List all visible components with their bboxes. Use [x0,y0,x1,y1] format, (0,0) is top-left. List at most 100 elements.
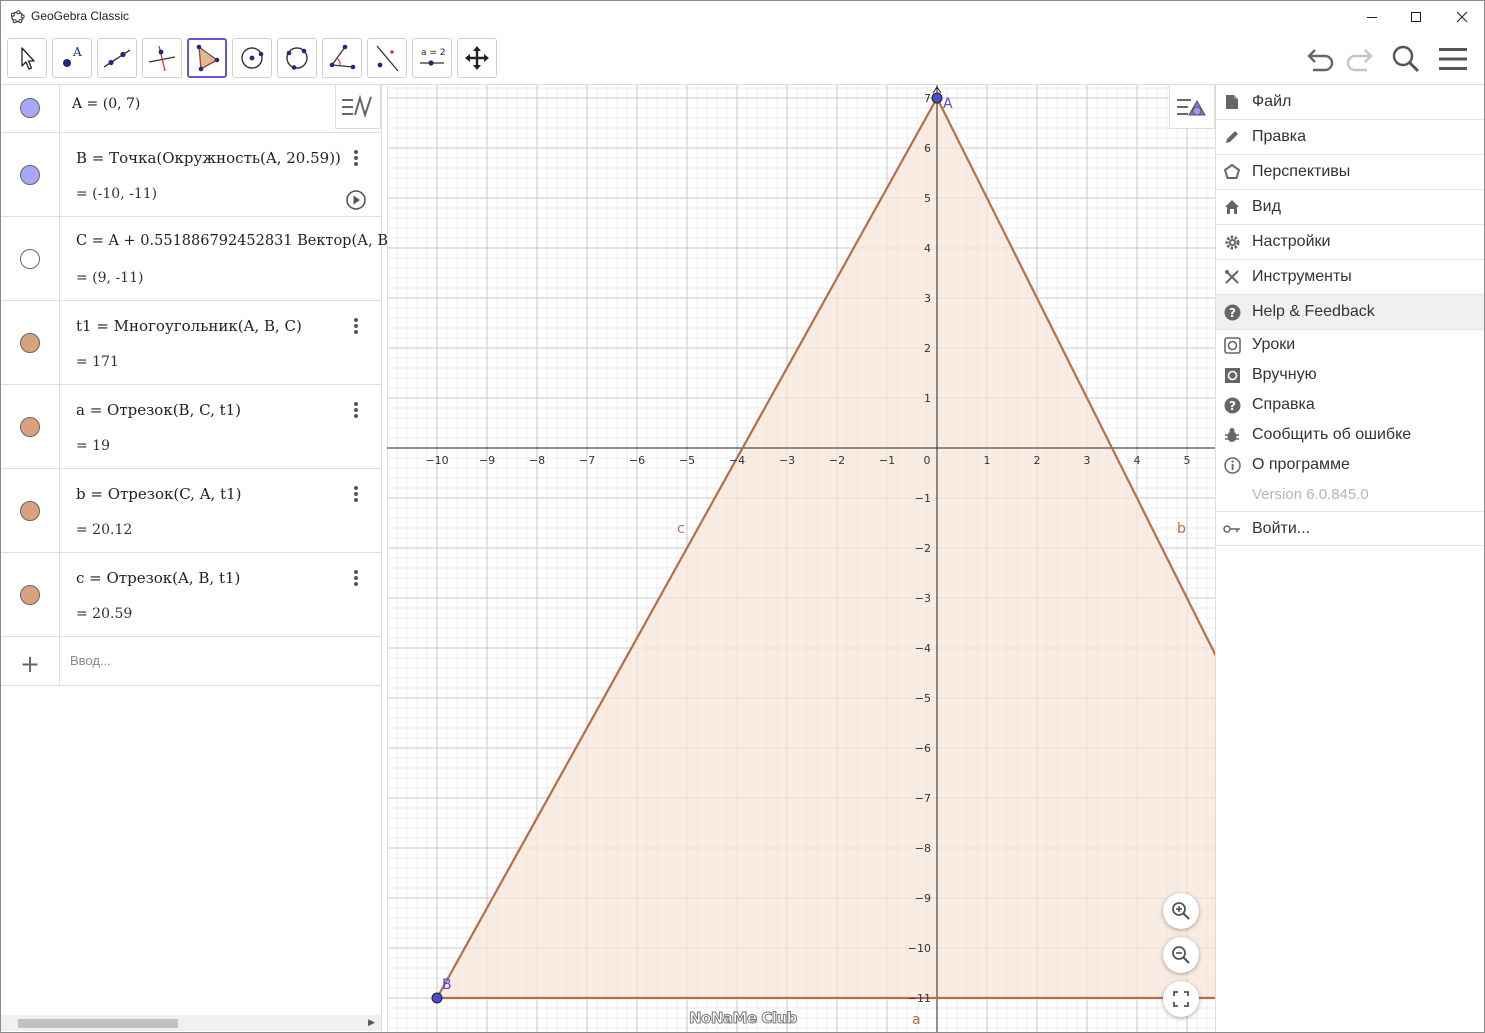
algebra-input-field[interactable]: Ввод... [70,653,111,668]
maximize-button[interactable] [1393,1,1439,33]
visibility-toggle[interactable] [1,469,60,552]
segment-label-c: c [677,521,685,537]
y-tick-label: 7 [924,92,931,105]
perpendicular-line-icon [148,45,176,72]
main-menu-button[interactable] [1436,42,1470,76]
graphics-style-bar-button[interactable] [1169,85,1215,129]
zoom-in-button[interactable] [1163,893,1199,929]
algebra-definition[interactable]: b = Отрезок(C, A, t1) [76,485,242,503]
visibility-toggle[interactable] [1,217,60,300]
undo-button[interactable] [1304,42,1338,76]
play-animation-icon[interactable] [345,189,367,211]
svg-text:A: A [72,45,82,59]
geogebra-logo-icon [10,10,25,24]
y-tick-label: −1 [915,492,931,505]
menu-item-view[interactable]: Вид [1216,190,1484,225]
info-icon [1223,456,1241,474]
more-options-icon[interactable] [349,568,363,588]
visibility-toggle[interactable] [1,85,60,132]
zoom-out-button[interactable] [1163,937,1199,973]
x-tick-label: −6 [629,454,645,467]
y-tick-label: 3 [924,292,931,305]
algebra-row-A[interactable]: A = (0, 7) [1,85,381,133]
more-options-icon[interactable] [349,484,363,504]
angle-tool-button[interactable] [322,38,362,78]
search-button[interactable] [1389,42,1423,76]
algebra-definition[interactable]: a = Отрезок(B, C, t1) [76,401,241,419]
menu-item-sign-in[interactable]: Войти... [1216,511,1484,546]
segment-label-b: b [1177,521,1186,537]
submenu-item-help[interactable]: ? Справка [1216,390,1484,420]
menu-item-help-feedback[interactable]: ? Help & Feedback [1216,295,1484,330]
algebra-definition[interactable]: C = A + 0.551886792452831 Вектор(А, B [76,233,388,249]
line-tool-button[interactable] [97,38,137,78]
visibility-dot[interactable] [20,501,40,521]
coordinate-plane[interactable]: −10 −9 −8 −7 −6 −5 −4 −3 −2 −1 0 1 2 3 4 57654321−1−2−3… [387,85,1215,1032]
submenu-item-label: Сообщить об ошибке [1252,426,1412,443]
algebra-definition[interactable]: t1 = Многоугольник(A, B, C) [76,317,302,335]
menu-item-tools[interactable]: Инструменты [1216,260,1484,295]
polygon-tool-button[interactable] [187,38,227,78]
submenu-item-report-bug[interactable]: Сообщить об ошибке [1216,420,1484,450]
algebra-row-t1[interactable]: t1 = Многоугольник(A, B, C) = 171 [1,301,381,385]
algebra-definition[interactable]: A = (0, 7) [72,96,140,112]
algebra-style-bar-button[interactable] [335,85,381,129]
menu-item-settings[interactable]: Настройки [1216,225,1484,260]
move-tool-button[interactable] [7,38,47,78]
menu-item-file[interactable]: Файл [1216,85,1484,120]
algebra-row-B[interactable]: B = Точка(Окружность(A, 20.59)) = (-10, … [1,133,381,217]
fullscreen-button[interactable] [1163,981,1199,1017]
submenu-item-tutorials[interactable]: Уроки [1216,330,1484,360]
minimize-button[interactable] [1349,1,1395,33]
algebra-value: = (9, -11) [76,270,144,286]
menu-item-perspectives[interactable]: Перспективы [1216,155,1484,190]
close-button[interactable] [1439,1,1484,33]
input-marker: + [1,637,60,685]
reflect-tool-button[interactable] [367,38,407,78]
visibility-dot[interactable] [20,585,40,605]
visibility-dot[interactable] [20,165,40,185]
algebra-input-row[interactable]: + Ввод... [1,637,381,686]
perpendicular-tool-button[interactable] [142,38,182,78]
more-options-icon[interactable] [349,148,363,168]
circle-tool-button[interactable] [232,38,272,78]
visibility-toggle[interactable] [1,301,60,384]
x-tick-label: 5 [1184,454,1191,467]
help-icon: ? [1223,303,1241,321]
scroll-right-arrow-icon[interactable]: ▶ [368,1018,375,1028]
algebra-definition[interactable]: B = Точка(Окружность(A, 20.59)) [76,149,341,167]
x-tick-label: −7 [579,454,595,467]
more-options-icon[interactable] [349,316,363,336]
graphics-view[interactable]: −10 −9 −8 −7 −6 −5 −4 −3 −2 −1 0 1 2 3 4 5 7 6 5 4 3 2 1 −1 −2 −3… [387,85,1215,1032]
redo-button[interactable] [1342,42,1376,76]
x-tick-label: −2 [829,454,845,467]
menu-item-label: Правка [1252,128,1307,145]
visibility-dot[interactable] [20,333,40,353]
slider-tool-button[interactable]: a = 2 [412,38,452,78]
algebra-row-c[interactable]: c = Отрезок(A, B, t1) = 20.59 [1,553,381,637]
more-options-icon[interactable] [349,400,363,420]
algebra-row-C[interactable]: C = A + 0.551886792452831 Вектор(А, B = … [1,217,388,301]
point-tool-button[interactable]: A [52,38,92,78]
visibility-toggle[interactable] [1,133,60,216]
visibility-toggle[interactable] [1,553,60,636]
algebra-definition[interactable]: c = Отрезок(A, B, t1) [76,569,240,587]
visibility-dot[interactable] [20,249,40,269]
algebra-row-b[interactable]: b = Отрезок(C, A, t1) = 20.12 [1,469,381,553]
visibility-toggle[interactable] [1,385,60,468]
submenu-item-about[interactable]: О программе [1216,450,1484,480]
conic-tool-button[interactable] [277,38,317,78]
visibility-dot[interactable] [20,417,40,437]
menu-item-label: Файл [1252,93,1292,110]
algebra-horizontal-scrollbar[interactable]: ▶ [1,1015,381,1031]
submenu-item-manual[interactable]: Вручную [1216,360,1484,390]
menu-item-edit[interactable]: Правка [1216,120,1484,155]
algebra-row-a[interactable]: a = Отрезок(B, C, t1) = 19 [1,385,381,469]
algebra-value: = 19 [76,438,110,454]
svg-text:?: ? [1229,306,1236,320]
move-graphics-tool-button[interactable] [457,38,497,78]
scrollbar-thumb[interactable] [18,1019,178,1028]
fullscreen-icon [1173,991,1189,1007]
point-icon: A [63,45,82,67]
visibility-dot[interactable] [20,98,40,118]
